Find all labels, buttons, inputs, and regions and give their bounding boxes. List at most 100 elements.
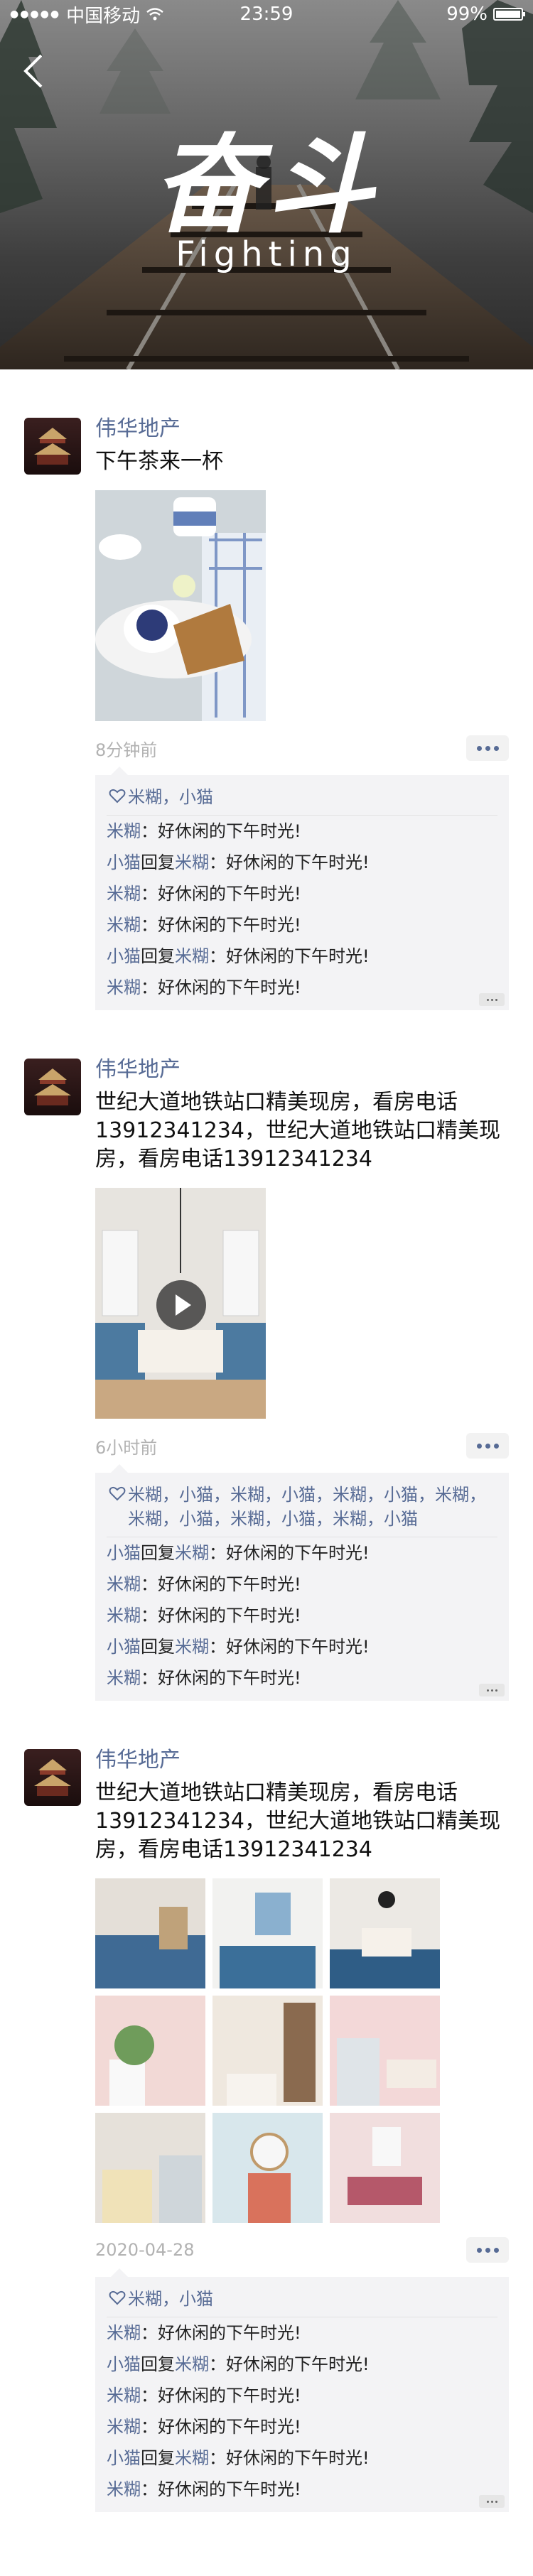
commenter-name[interactable]: 米糊 <box>107 1668 141 1688</box>
grid-photo[interactable] <box>212 1996 323 2106</box>
post-text: 世纪大道地铁站口精美现房，看房电话13912341234，世纪大道地铁站口精美现… <box>95 1780 500 1862</box>
comment-text: ：好休闲的下午时光! <box>209 853 370 872</box>
grid-photo[interactable] <box>95 1996 205 2106</box>
commenter-name[interactable]: 小猫 <box>107 853 141 872</box>
commenter-name[interactable]: 米糊 <box>107 884 141 904</box>
commenter-name[interactable]: 小猫 <box>107 1637 141 1657</box>
comment-box: 米糊，小猫 米糊：好休闲的下午时光! 小猫回复米糊：好休闲的下午时光! 米糊：好… <box>95 767 509 1010</box>
grid-photo[interactable] <box>95 1878 205 1988</box>
comment-item[interactable]: 米糊：好休闲的下午时光! <box>107 1569 497 1600</box>
comment-item[interactable]: 小猫回复米糊：好休闲的下午时光! <box>107 941 497 972</box>
comments-more-icon[interactable] <box>479 1684 505 1696</box>
grid-photo[interactable] <box>330 1878 440 1988</box>
reply-to-name[interactable]: 米糊 <box>175 1637 209 1657</box>
reply-to-name[interactable]: 米糊 <box>175 2448 209 2468</box>
likes-row: 米糊，小猫，米糊，小猫，米糊，小猫，米糊，米糊，小猫，米糊，小猫，米糊，小猫 <box>107 1478 497 1537</box>
battery-level <box>496 11 520 18</box>
reply-to-name[interactable]: 米糊 <box>175 946 209 966</box>
comment-item[interactable]: 米糊：好休闲的下午时光! <box>107 816 497 847</box>
more-dots-icon[interactable] <box>466 1433 509 1459</box>
grid-photo[interactable] <box>330 2113 440 2223</box>
post-text: 世纪大道地铁站口精美现房，看房电话13912341234，世纪大道地铁站口精美现… <box>95 1090 500 1171</box>
cover-banner: ●●●●● 中国移动 23:59 99% 奋斗 Fighting <box>0 0 533 369</box>
grid-photo[interactable] <box>212 1878 323 1988</box>
author-name[interactable]: 伟华地产 <box>95 1746 509 1775</box>
comment-text: ：好休闲的下午时光! <box>141 821 301 841</box>
battery-percent: 99% <box>446 4 488 25</box>
avatar[interactable] <box>24 1749 81 1806</box>
commenter-name[interactable]: 米糊 <box>107 1606 141 1625</box>
photo-grid <box>95 1878 509 2223</box>
comment-item[interactable]: 米糊：好休闲的下午时光! <box>107 909 497 941</box>
comment-item[interactable]: 米糊：好休闲的下午时光! <box>107 2411 497 2442</box>
comment-text: ：好休闲的下午时光! <box>141 2386 301 2405</box>
comment-item[interactable]: 米糊：好休闲的下午时光! <box>107 1600 497 1631</box>
comment-item[interactable]: 米糊：好休闲的下午时光! <box>107 2474 497 2505</box>
commenter-name[interactable]: 小猫 <box>107 2448 141 2468</box>
post-time: 2020-04-28 <box>95 2240 195 2260</box>
comment-text: ：好休闲的下午时光! <box>141 1668 301 1688</box>
back-chevron-icon[interactable] <box>20 50 48 92</box>
grid-photo[interactable] <box>330 1996 440 2106</box>
grid-photo[interactable] <box>95 2113 205 2223</box>
comment-box: 米糊，小猫 米糊：好休闲的下午时光! 小猫回复米糊：好休闲的下午时光! 米糊：好… <box>95 2268 509 2512</box>
reply-to-name[interactable]: 米糊 <box>175 1543 209 1563</box>
comment-item[interactable]: 米糊：好休闲的下午时光! <box>107 1662 497 1694</box>
comment-text: ：好休闲的下午时光! <box>141 884 301 904</box>
reply-word: 回复 <box>141 1543 175 1563</box>
reply-word: 回复 <box>141 2448 175 2468</box>
wifi-icon <box>146 8 163 21</box>
comment-item[interactable]: 米糊：好休闲的下午时光! <box>107 2317 497 2349</box>
post-video[interactable] <box>95 1188 266 1419</box>
commenter-name[interactable]: 米糊 <box>107 1574 141 1594</box>
commenter-name[interactable]: 米糊 <box>107 821 141 841</box>
signal-dots-icon: ●●●●● <box>10 9 61 20</box>
likes-names[interactable]: 米糊，小猫 <box>128 785 213 809</box>
more-dots-icon[interactable] <box>466 2237 509 2263</box>
moment-post: 伟华地产 世纪大道地铁站口精美现房，看房电话13912341234，世纪大道地铁… <box>0 1010 533 1701</box>
post-time: 6小时前 <box>95 1437 158 1458</box>
likes-row: 米糊，小猫 <box>107 781 497 816</box>
commenter-name[interactable]: 小猫 <box>107 946 141 966</box>
likes-names[interactable]: 米糊，小猫 <box>128 2287 213 2311</box>
comment-text: ：好休闲的下午时光! <box>141 2479 301 2499</box>
comment-text: ：好休闲的下午时光! <box>209 946 370 966</box>
comment-text: ：好休闲的下午时光! <box>141 915 301 935</box>
post-time: 8分钟前 <box>95 740 158 760</box>
author-name[interactable]: 伟华地产 <box>95 1056 509 1084</box>
reply-to-name[interactable]: 米糊 <box>175 853 209 872</box>
commenter-name[interactable]: 米糊 <box>107 2323 141 2343</box>
commenter-name[interactable]: 米糊 <box>107 978 141 997</box>
post-photo[interactable] <box>95 490 266 721</box>
comments-more-icon[interactable] <box>479 993 505 1006</box>
banner-title: 奋斗 <box>152 123 380 248</box>
heart-icon <box>109 1486 126 1501</box>
likes-row: 米糊，小猫 <box>107 2283 497 2317</box>
author-name[interactable]: 伟华地产 <box>95 415 509 443</box>
comment-item[interactable]: 米糊：好休闲的下午时光! <box>107 972 497 1003</box>
more-dots-icon[interactable] <box>466 735 509 761</box>
commenter-name[interactable]: 小猫 <box>107 2354 141 2374</box>
likes-names[interactable]: 米糊，小猫，米糊，小猫，米糊，小猫，米糊，米糊，小猫，米糊，小猫，米糊，小猫 <box>128 1483 497 1531</box>
comment-text: ：好休闲的下午时光! <box>209 1637 370 1657</box>
comment-item[interactable]: 小猫回复米糊：好休闲的下午时光! <box>107 847 497 878</box>
commenter-name[interactable]: 米糊 <box>107 2386 141 2405</box>
comment-item[interactable]: 小猫回复米糊：好休闲的下午时光! <box>107 2349 497 2380</box>
comment-item[interactable]: 米糊：好休闲的下午时光! <box>107 2380 497 2411</box>
comment-box: 米糊，小猫，米糊，小猫，米糊，小猫，米糊，米糊，小猫，米糊，小猫，米糊，小猫 小… <box>95 1464 509 1701</box>
avatar[interactable] <box>24 1059 81 1115</box>
comment-item[interactable]: 小猫回复米糊：好休闲的下午时光! <box>107 1631 497 1662</box>
commenter-name[interactable]: 米糊 <box>107 2417 141 2437</box>
heart-icon <box>109 2290 126 2305</box>
comment-item[interactable]: 小猫回复米糊：好休闲的下午时光! <box>107 1537 497 1569</box>
comment-item[interactable]: 米糊：好休闲的下午时光! <box>107 878 497 909</box>
comment-item[interactable]: 小猫回复米糊：好休闲的下午时光! <box>107 2442 497 2474</box>
reply-to-name[interactable]: 米糊 <box>175 2354 209 2374</box>
commenter-name[interactable]: 米糊 <box>107 915 141 935</box>
comments-more-icon[interactable] <box>479 2495 505 2508</box>
commenter-name[interactable]: 米糊 <box>107 2479 141 2499</box>
grid-photo[interactable] <box>212 2113 323 2223</box>
play-icon[interactable] <box>156 1280 206 1330</box>
commenter-name[interactable]: 小猫 <box>107 1543 141 1563</box>
avatar[interactable] <box>24 418 81 475</box>
